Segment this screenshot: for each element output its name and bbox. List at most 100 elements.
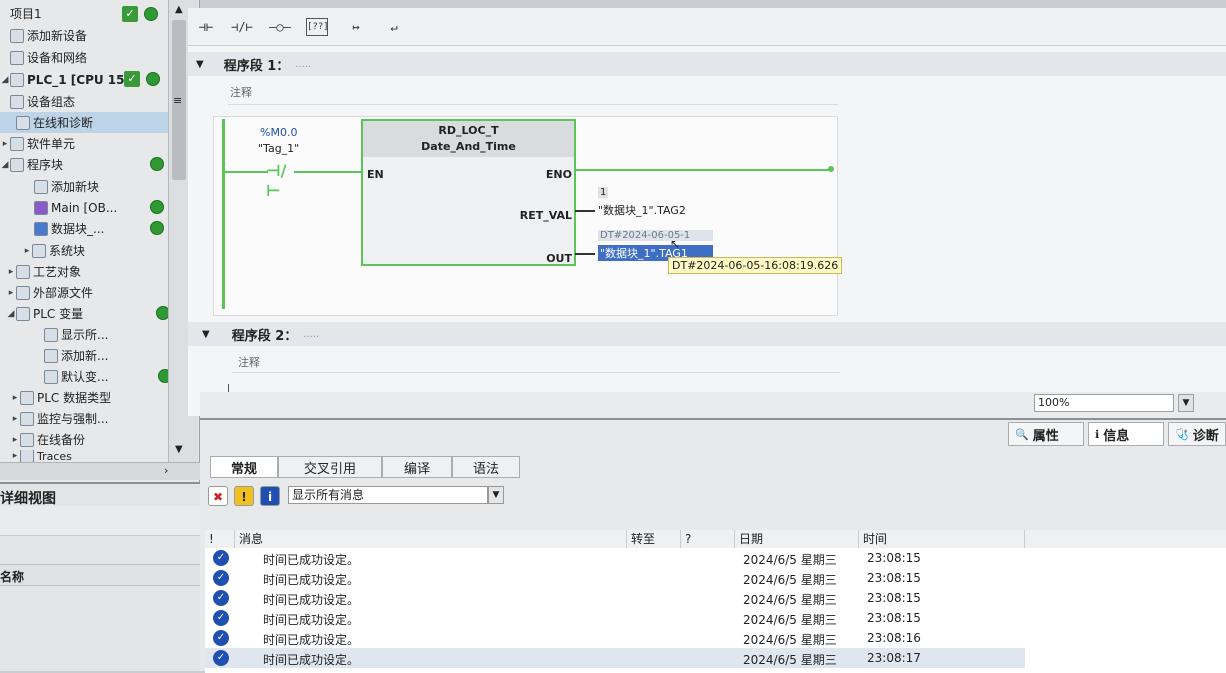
- info-icon: ✓: [213, 590, 229, 606]
- expand-arrow-icon[interactable]: ▸: [10, 451, 20, 461]
- network-2-comment[interactable]: 注释: [238, 354, 260, 370]
- info-icon: ✓: [213, 610, 229, 626]
- tree-item-plc[interactable]: ◢ PLC_1 [CPU 15...: [0, 69, 168, 90]
- info-tab-icon: ℹ: [1095, 427, 1100, 441]
- tag-table-icon: [44, 327, 58, 342]
- no-contact-button[interactable]: ⊣⊢: [192, 16, 220, 38]
- collapse-arrow-icon[interactable]: ◢: [0, 75, 10, 85]
- chevron-down-icon[interactable]: ▼: [488, 486, 504, 504]
- tab-diagnostics[interactable]: 🩺 诊断: [1168, 422, 1226, 446]
- tree-item-online-backup[interactable]: ▸ 在线备份: [0, 429, 168, 450]
- tree-project-root[interactable]: 项目1: [0, 3, 168, 24]
- tree-item-technology-objects[interactable]: ▸ 工艺对象: [0, 261, 168, 282]
- folder-icon: [16, 285, 30, 300]
- subtab-xref[interactable]: 交叉引用: [278, 456, 382, 478]
- expand-arrow-icon[interactable]: ▸: [6, 288, 16, 298]
- info-icon: ✓: [213, 630, 229, 646]
- table-row[interactable]: ✓ 时间已成功设定。 2024/6/5 星期三 23:08:15: [205, 608, 1025, 628]
- tree-item-add-tag-table[interactable]: 添加新...: [0, 345, 168, 366]
- collapse-arrow-icon[interactable]: ▼: [196, 59, 204, 70]
- expand-arrow-icon[interactable]: ▸: [10, 393, 20, 403]
- subtab-syntax[interactable]: 语法: [452, 456, 520, 478]
- diagnostics-tab-icon: 🩺: [1175, 427, 1189, 441]
- expand-arrow-icon[interactable]: ▸: [22, 246, 32, 256]
- tree-item-watch-force[interactable]: ▸ 监控与强制...: [0, 408, 168, 429]
- table-row[interactable]: ✓ 时间已成功设定。 2024/6/5 星期三 23:08:17: [205, 648, 1025, 668]
- tree-item-plc-data-types[interactable]: ▸ PLC 数据类型: [0, 387, 168, 408]
- info-filter-icon[interactable]: i: [260, 486, 280, 506]
- close-branch-button[interactable]: ↵: [380, 16, 408, 38]
- tree-item-data-block[interactable]: 数据块_...: [0, 218, 168, 239]
- out-monitor-value: DT#2024-06-05-1: [598, 230, 713, 241]
- tree-item-program-blocks[interactable]: ◢ 程序块: [0, 154, 168, 175]
- nc-contact-icon[interactable]: ⊣/⊢: [266, 161, 292, 200]
- tab-properties[interactable]: 🔍 属性: [1008, 422, 1084, 446]
- table-row[interactable]: ✓ 时间已成功设定。 2024/6/5 星期三 23:08:16: [205, 628, 1025, 648]
- tree-item-system-blocks[interactable]: ▸ 系统块: [0, 240, 168, 261]
- expand-arrow-icon[interactable]: ▸: [10, 414, 20, 424]
- ret-tag[interactable]: "数据块_1".TAG2: [598, 202, 686, 218]
- tree-item-devices-networks[interactable]: 设备和网络: [0, 47, 168, 68]
- power-rail: [222, 119, 225, 309]
- empty-box-button[interactable]: [??]: [306, 18, 329, 36]
- message-filter-select[interactable]: 显示所有消息: [288, 486, 488, 504]
- table-row[interactable]: ✓ 时间已成功设定。 2024/6/5 星期三 23:08:15: [205, 588, 1025, 608]
- diagnostics-icon: [16, 115, 30, 130]
- tree-item-add-device[interactable]: 添加新设备: [0, 25, 168, 46]
- expand-arrow-icon[interactable]: ▸: [6, 267, 16, 277]
- info-icon: ✓: [213, 570, 229, 586]
- col-date[interactable]: 日期: [735, 530, 859, 548]
- online-status-icon: [150, 221, 164, 235]
- open-branch-button[interactable]: ↦: [342, 16, 370, 38]
- contact-tag[interactable]: "Tag_1": [258, 142, 299, 155]
- tree-item-device-config[interactable]: 设备组态: [0, 91, 168, 112]
- pin-eno: ENO: [545, 168, 572, 181]
- tree-item-main-ob[interactable]: Main [OB...: [0, 197, 168, 218]
- zoom-dropdown-icon[interactable]: ▼: [1178, 394, 1194, 412]
- folder-icon: [20, 432, 34, 447]
- tab-info[interactable]: ℹ 信息: [1088, 422, 1164, 446]
- network-1-header[interactable]: ▼ 程序段 1： .....: [188, 52, 1226, 76]
- network-1-comment[interactable]: 注释: [230, 84, 252, 100]
- tree-item-traces[interactable]: ▸ Traces: [0, 450, 168, 462]
- zoom-select[interactable]: 100%: [1034, 394, 1174, 412]
- message-table: ! 消息 转至 ? 日期 时间 ✓ 时间已成功设定。 2024/6/5 星期三 …: [205, 530, 1226, 673]
- tree-item-add-block[interactable]: 添加新块: [0, 176, 168, 197]
- add-block-icon: [34, 179, 48, 194]
- table-row[interactable]: ✓ 时间已成功设定。 2024/6/5 星期三 23:08:15: [205, 568, 1025, 588]
- folder-icon: [20, 450, 34, 462]
- subtab-compile[interactable]: 编译: [382, 456, 452, 478]
- expand-arrow-icon[interactable]: ▸: [0, 139, 10, 149]
- rd-loc-t-block[interactable]: RD_LOC_T Date_And_Time EN ENO RET_VAL OU…: [361, 119, 576, 266]
- collapse-arrow-icon[interactable]: ◢: [6, 309, 16, 319]
- tree-item-external-sources[interactable]: ▸ 外部源文件: [0, 282, 168, 303]
- col-goto[interactable]: 转至: [627, 530, 681, 548]
- table-row[interactable]: ✓ 时间已成功设定。 2024/6/5 星期三 23:08:15: [205, 548, 1025, 568]
- col-message[interactable]: 消息: [235, 530, 627, 548]
- coil-button[interactable]: –○–: [266, 16, 294, 38]
- tree-hscrollbar[interactable]: ›: [0, 462, 200, 480]
- tree-item-default-tags[interactable]: 默认变...: [0, 366, 168, 387]
- tree-item-online-diag[interactable]: 在线和诊断: [0, 112, 168, 133]
- scroll-up-icon[interactable]: ▲: [175, 4, 183, 15]
- error-filter-icon[interactable]: ✖: [208, 486, 228, 506]
- network-2-header[interactable]: ▼ 程序段 2： .....: [188, 322, 1226, 346]
- nc-contact-button[interactable]: ⊣/⊢: [228, 16, 256, 38]
- tree-item-plc-tags[interactable]: ◢ PLC 变量: [0, 303, 168, 324]
- subtab-general[interactable]: 常规: [210, 456, 278, 478]
- col-help[interactable]: ?: [681, 530, 735, 548]
- scroll-down-icon[interactable]: ▼: [175, 444, 183, 455]
- collapse-arrow-icon[interactable]: ▼: [202, 329, 210, 340]
- tree-item-show-all-tags[interactable]: 显示所...: [0, 324, 168, 345]
- lad-editor: ▼ 程序段 1： ..... 注释 ⊣/⊢ %M0.0 "Tag_1" RD_L…: [188, 46, 1226, 416]
- folder-icon: [20, 390, 34, 405]
- warning-filter-icon[interactable]: !: [234, 486, 254, 506]
- zoom-bar: 100% ▼: [200, 392, 1226, 418]
- menu-lines-icon[interactable]: ≡: [173, 94, 182, 107]
- scroll-right-icon[interactable]: ›: [164, 464, 168, 477]
- tree-item-software-units[interactable]: ▸ 软件单元: [0, 133, 168, 154]
- block-type[interactable]: Date_And_Time: [363, 139, 574, 155]
- col-time[interactable]: 时间: [859, 530, 1025, 548]
- expand-arrow-icon[interactable]: ▸: [10, 435, 20, 445]
- collapse-arrow-icon[interactable]: ◢: [0, 160, 10, 170]
